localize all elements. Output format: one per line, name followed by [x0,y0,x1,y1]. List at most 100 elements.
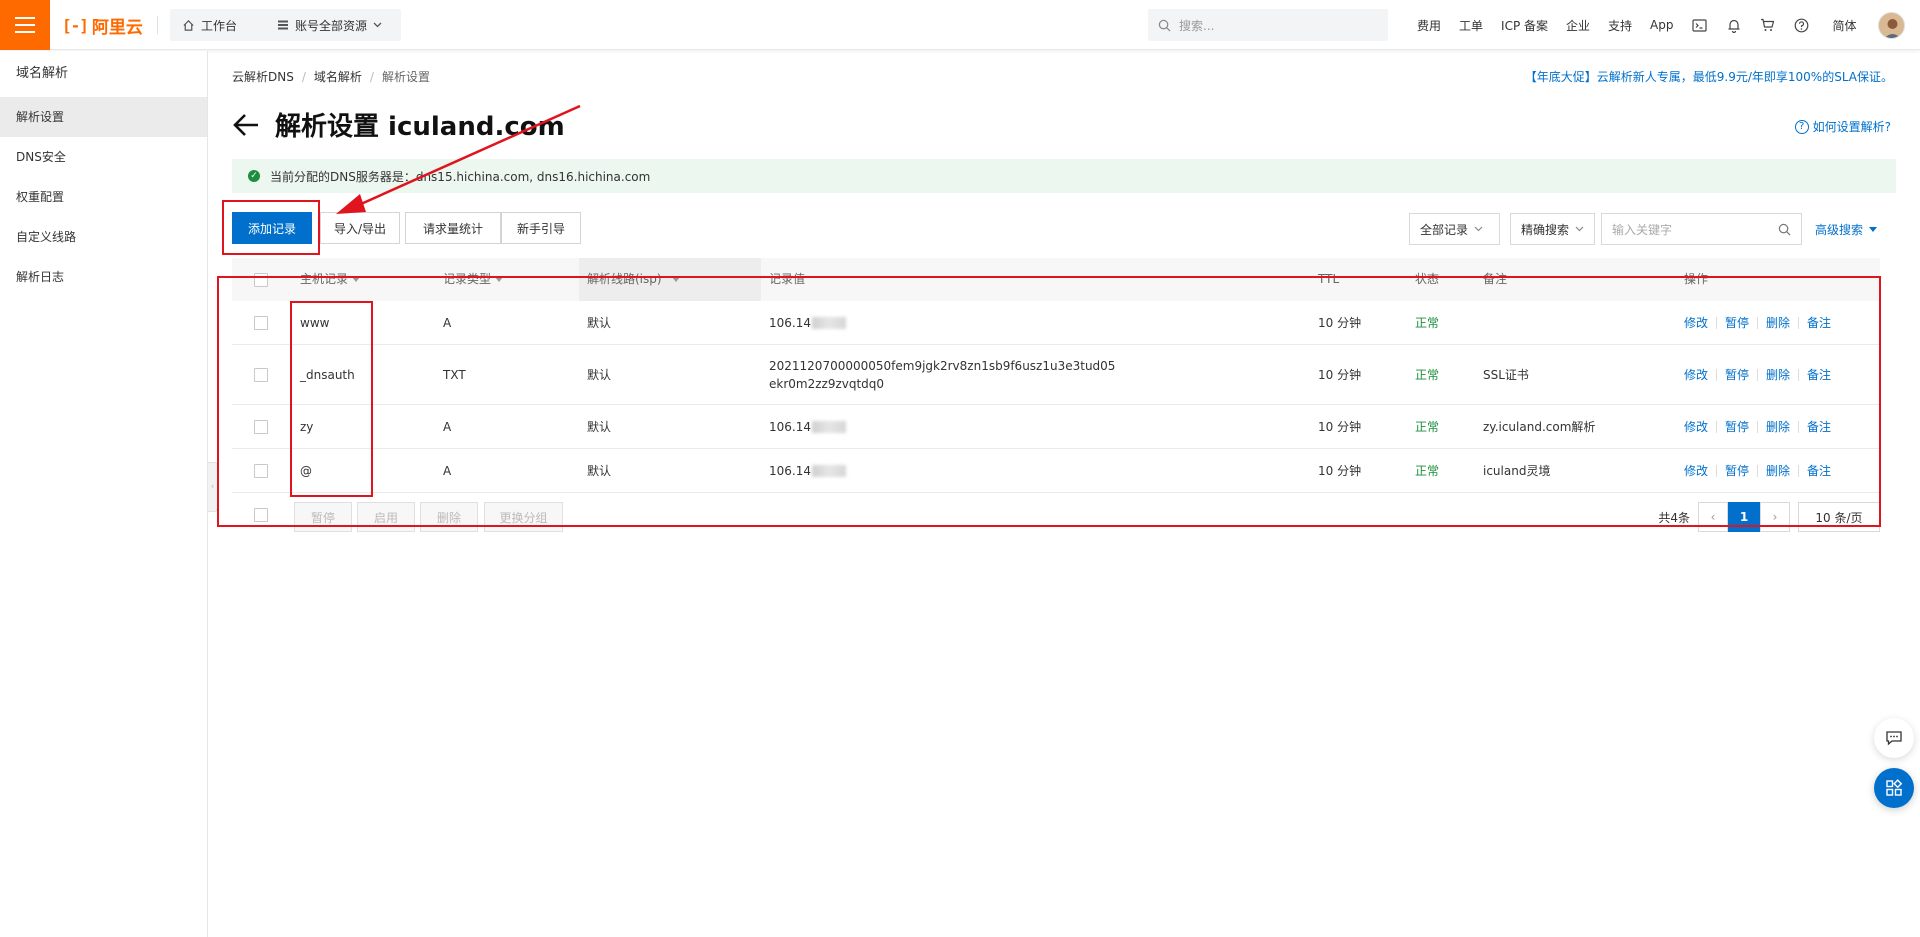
next-page-button[interactable]: › [1760,502,1790,532]
note-link[interactable]: 备注 [1807,418,1831,435]
row-checkbox[interactable] [254,419,268,434]
table-header: 主机记录 记录类型 解析线路(isp) 记录值 TTL 状态 备注 操作 [232,258,1880,301]
cell-value: 106.14 [769,301,846,344]
edit-link[interactable]: 修改 [1684,314,1708,331]
col-actions: 操作 [1684,272,1709,286]
cell-line: 默认 [587,464,612,478]
request-stats-button[interactable]: 请求量统计 [405,212,501,244]
table-footer: 暂停 启用 删除 更换分组 共4条 ‹ 1 › 10 条/页 [232,493,1880,537]
delete-link[interactable]: 删除 [1766,418,1790,435]
col-note: 备注 [1483,272,1508,286]
footer-select-all-checkbox[interactable] [254,508,268,522]
search-mode-select[interactable]: 精确搜索 [1510,213,1595,245]
col-host[interactable]: 主机记录 [300,258,361,301]
bell-icon[interactable] [1717,0,1751,50]
sidebar-item-weight-config[interactable]: 权重配置 [0,177,207,217]
note-link[interactable]: 备注 [1807,366,1831,383]
nav-app[interactable]: App [1641,18,1682,32]
back-arrow-icon[interactable] [232,110,260,140]
cell-value: 2021120700000050fem9jgk2rv8zn1sb9f6usz1u… [769,358,1116,391]
delete-link[interactable]: 删除 [1766,462,1790,479]
chat-icon[interactable] [1874,718,1914,758]
batch-delete-button[interactable]: 删除 [420,502,478,532]
search-icon[interactable] [1778,223,1791,236]
keyword-search-input[interactable]: 输入关键字 [1601,213,1802,245]
delete-link[interactable]: 删除 [1766,314,1790,331]
import-export-button[interactable]: 导入/导出 [320,212,400,244]
nav-enterprise[interactable]: 企业 [1557,17,1599,34]
cell-host: _dnsauth [300,367,355,382]
sidebar-collapse-handle[interactable]: ‹ [208,462,218,512]
row-checkbox[interactable] [254,367,268,382]
row-checkbox[interactable] [254,315,268,330]
edit-link[interactable]: 修改 [1684,366,1708,383]
prev-page-button[interactable]: ‹ [1698,502,1728,532]
edit-link[interactable]: 修改 [1684,462,1708,479]
pause-link[interactable]: 暂停 [1725,314,1749,331]
cell-host: www [300,315,330,330]
cell-value: 106.14 [769,449,846,492]
language-switch[interactable]: 简体 [1819,17,1866,34]
note-link[interactable]: 备注 [1807,314,1831,331]
top-bar: [-] 阿里云 工作台 账号全部资源 搜索... 费用 工单 ICP 备案 企业… [0,0,1920,50]
breadcrumb-item-domain-dns[interactable]: 域名解析 [314,68,362,85]
table-row: _dnsauth TXT 默认 2021120700000050fem9jgk2… [232,345,1880,405]
col-line[interactable]: 解析线路(isp) [587,258,680,301]
nav-ticket[interactable]: 工单 [1450,17,1492,34]
sidebar-title: 域名解析 [16,66,69,81]
delete-link[interactable]: 删除 [1766,366,1790,383]
nav-icp[interactable]: ICP 备案 [1492,17,1557,34]
row-checkbox[interactable] [254,463,268,478]
col-type[interactable]: 记录类型 [443,258,504,301]
breadcrumb: 云解析DNS / 域名解析 / 解析设置 [232,68,430,85]
sort-icon [352,277,361,282]
status-badge: 正常 [1415,464,1440,478]
page-number[interactable]: 1 [1728,502,1760,532]
avatar[interactable] [1878,12,1905,39]
sidebar-item-dns-security[interactable]: DNS安全 [0,137,207,177]
page-size-select[interactable]: 10 条/页 [1798,502,1880,532]
page-title: 解析设置 iculand.com [275,112,565,142]
nav-billing[interactable]: 费用 [1408,17,1450,34]
change-group-button[interactable]: 更换分组 [484,502,563,532]
pause-link[interactable]: 暂停 [1725,418,1749,435]
chevron-down-icon [373,22,382,28]
record-filter-select[interactable]: 全部记录 [1409,213,1500,245]
cell-type: A [443,463,452,478]
advanced-search-toggle[interactable]: 高级搜索 [1815,221,1878,238]
breadcrumb-separator: / [301,69,306,84]
menu-icon[interactable] [0,0,50,50]
batch-pause-button[interactable]: 暂停 [294,502,352,532]
add-record-button[interactable]: 添加记录 [232,212,312,244]
cell-line: 默认 [587,316,612,330]
edit-link[interactable]: 修改 [1684,418,1708,435]
global-search-input[interactable]: 搜索... [1148,9,1388,41]
cart-icon[interactable] [1751,0,1785,50]
beginner-guide-button[interactable]: 新手引导 [501,212,581,244]
workbench-button[interactable]: 工作台 [170,9,268,41]
search-icon [1158,19,1171,31]
sidebar-item-custom-line[interactable]: 自定义线路 [0,217,207,257]
breadcrumb-item-cloud-dns[interactable]: 云解析DNS [232,68,294,85]
cell-note: zy.iculand.com解析 [1483,420,1596,434]
promo-link[interactable]: 【年底大促】云解析新人专属，最低9.9元/年即享100%的SLA保证。 [1525,68,1893,85]
cell-host: @ [300,463,312,478]
select-all-checkbox[interactable] [254,272,268,287]
pause-link[interactable]: 暂停 [1725,462,1749,479]
terminal-icon[interactable] [1683,0,1717,50]
aliyun-logo[interactable]: [-] 阿里云 [62,13,143,38]
list-icon [278,20,288,30]
help-icon[interactable] [1785,0,1819,50]
nav-support[interactable]: 支持 [1599,17,1641,34]
dns-server-notice: ✓ 当前分配的DNS服务器是：dns15.hichina.com, dns16.… [232,159,1896,193]
status-badge: 正常 [1415,316,1440,330]
resources-dropdown[interactable]: 账号全部资源 [265,9,401,41]
pause-link[interactable]: 暂停 [1725,366,1749,383]
apps-icon[interactable] [1874,768,1914,808]
help-link[interactable]: ? 如何设置解析? [1794,118,1891,135]
divider [157,16,158,34]
sidebar-item-dns-logs[interactable]: 解析日志 [0,257,207,297]
note-link[interactable]: 备注 [1807,462,1831,479]
sidebar-item-dns-settings[interactable]: 解析设置 [0,97,207,137]
batch-enable-button[interactable]: 启用 [357,502,415,532]
